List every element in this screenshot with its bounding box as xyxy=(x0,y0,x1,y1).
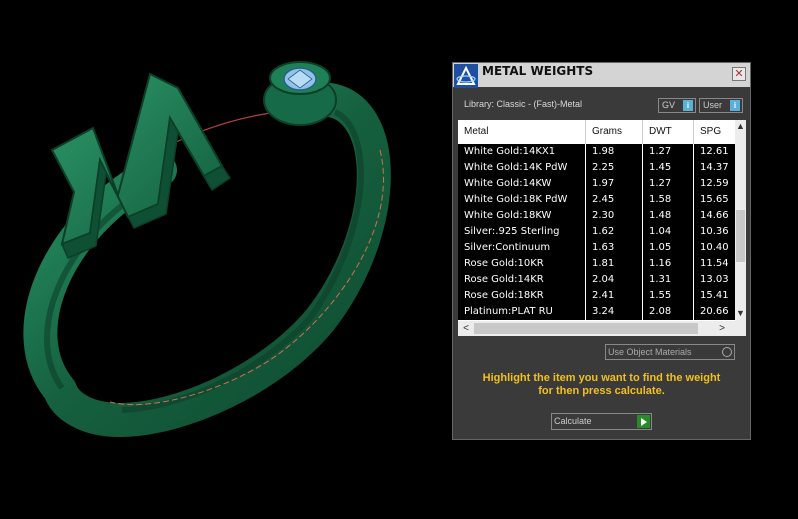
table-row[interactable]: Silver:Continuum 1.63 1.05 10.40 xyxy=(458,240,736,256)
metal-weights-panel: METAL WEIGHTS ✕ Library: Classic - (Fast… xyxy=(452,62,751,440)
table-row[interactable]: Rose Gold:18KR 2.41 1.55 15.41 xyxy=(458,288,736,304)
radio-icon xyxy=(722,347,732,357)
cell-dwt: 1.31 xyxy=(643,272,694,288)
cell-grams: 2.41 xyxy=(586,288,643,304)
cell-grams: 1.98 xyxy=(586,144,643,160)
close-icon: ✕ xyxy=(734,68,744,80)
cell-spg: 15.41 xyxy=(700,290,729,301)
cell-metal: Silver:Continuum xyxy=(458,240,586,256)
column-header-dwt[interactable]: DWT xyxy=(643,120,694,144)
cell-grams: 1.62 xyxy=(586,224,643,240)
horizontal-scroll-thumb[interactable] xyxy=(474,323,698,334)
cell-spg: 10.36 xyxy=(700,226,729,237)
cell-dwt: 1.55 xyxy=(643,288,694,304)
use-object-materials-label: Use Object Materials xyxy=(608,347,692,357)
table-row[interactable]: White Gold:14KX1 1.98 1.27 12.61 xyxy=(458,144,736,160)
app-logo-icon xyxy=(454,64,478,88)
cell-metal: Silver:.925 Sterling xyxy=(458,224,586,240)
cell-dwt: 1.04 xyxy=(643,224,694,240)
cell-metal: White Gold:18K PdW xyxy=(458,192,586,208)
play-icon xyxy=(637,415,650,428)
use-object-materials-toggle[interactable]: Use Object Materials xyxy=(605,344,735,360)
cell-grams: 2.30 xyxy=(586,208,643,224)
cell-metal: White Gold:14K PdW xyxy=(458,160,586,176)
title-bar[interactable]: METAL WEIGHTS ✕ xyxy=(453,63,750,88)
column-header-metal[interactable]: Metal xyxy=(458,120,586,144)
cell-metal: Rose Gold:18KR xyxy=(458,288,586,304)
cell-metal: White Gold:14KX1 xyxy=(458,144,586,160)
ring-model[interactable] xyxy=(0,0,450,514)
cell-grams: 3.24 xyxy=(586,304,643,320)
vertical-scroll-thumb[interactable] xyxy=(736,210,745,262)
cell-spg: 15.65 xyxy=(700,194,729,205)
scroll-left-icon[interactable]: < xyxy=(460,321,472,336)
user-toggle-label: User xyxy=(703,100,723,110)
cell-grams: 2.04 xyxy=(586,272,643,288)
table-row[interactable]: Silver:.925 Sterling 1.62 1.04 10.36 xyxy=(458,224,736,240)
table-row[interactable]: White Gold:14KW 1.97 1.27 12.59 xyxy=(458,176,736,192)
cell-dwt: 1.27 xyxy=(643,144,694,160)
instruction-text: Highlight the item you want to find the … xyxy=(463,372,740,398)
cell-grams: 1.63 xyxy=(586,240,643,256)
cell-spg: 20.66 xyxy=(700,306,729,317)
stone-setting xyxy=(263,61,337,126)
cell-spg: 13.03 xyxy=(700,274,729,285)
metals-table[interactable]: Metal Grams DWT SPG White Gold:14KX1 1.98… xyxy=(458,120,746,336)
table-row[interactable]: Platinum:PLAT RU 3.24 2.08 20.66 xyxy=(458,304,736,320)
vertical-scrollbar[interactable]: ▲ ▼ xyxy=(735,120,746,321)
instruction-line-2: for then press calculate. xyxy=(538,385,665,397)
calculate-label: Calculate xyxy=(554,416,592,426)
cell-grams: 2.45 xyxy=(586,192,643,208)
column-header-spg[interactable]: SPG xyxy=(694,120,736,144)
table-row[interactable]: White Gold:18K PdW 2.45 1.58 15.65 xyxy=(458,192,736,208)
cell-metal: White Gold:18KW xyxy=(458,208,586,224)
cell-spg: 14.66 xyxy=(700,210,729,221)
cell-dwt: 1.27 xyxy=(643,176,694,192)
table-row[interactable]: Rose Gold:14KR 2.04 1.31 13.03 xyxy=(458,272,736,288)
table-row[interactable]: White Gold:14K PdW 2.25 1.45 14.37 xyxy=(458,160,736,176)
panel-title: METAL WEIGHTS xyxy=(482,64,594,78)
cell-spg: 10.40 xyxy=(700,242,729,253)
table-row[interactable]: White Gold:18KW 2.30 1.48 14.66 xyxy=(458,208,736,224)
instruction-line-1: Highlight the item you want to find the … xyxy=(482,372,721,384)
cell-dwt: 1.45 xyxy=(643,160,694,176)
cell-dwt: 1.58 xyxy=(643,192,694,208)
user-toggle[interactable]: User i xyxy=(699,98,743,113)
table-row[interactable]: Rose Gold:10KR 1.81 1.16 11.54 xyxy=(458,256,736,272)
cell-dwt: 1.48 xyxy=(643,208,694,224)
cell-grams: 1.97 xyxy=(586,176,643,192)
cell-metal: Rose Gold:10KR xyxy=(458,256,586,272)
letter-m xyxy=(50,72,232,259)
cell-dwt: 1.05 xyxy=(643,240,694,256)
horizontal-scrollbar[interactable]: < > xyxy=(458,321,746,336)
scroll-down-icon[interactable]: ▼ xyxy=(735,307,746,319)
calculate-button[interactable]: Calculate xyxy=(551,413,652,430)
cell-spg: 12.61 xyxy=(700,146,729,157)
cell-spg: 12.59 xyxy=(700,178,729,189)
cell-grams: 2.25 xyxy=(586,160,643,176)
scroll-right-icon[interactable]: > xyxy=(716,321,728,336)
cell-dwt: 2.08 xyxy=(643,304,694,320)
info-icon: i xyxy=(730,100,740,111)
gv-toggle[interactable]: GV i xyxy=(658,98,696,113)
cell-spg: 11.54 xyxy=(700,258,729,269)
library-label: Library: Classic - (Fast)-Metal xyxy=(464,99,583,109)
3d-viewport[interactable] xyxy=(0,0,450,514)
gv-toggle-label: GV xyxy=(662,100,676,110)
column-header-grams[interactable]: Grams xyxy=(586,120,643,144)
cell-spg: 14.37 xyxy=(700,162,729,173)
cell-metal: Platinum:PLAT RU xyxy=(458,304,586,320)
cell-metal: White Gold:14KW xyxy=(458,176,586,192)
cell-dwt: 1.16 xyxy=(643,256,694,272)
scroll-up-icon[interactable]: ▲ xyxy=(735,120,746,132)
close-button[interactable]: ✕ xyxy=(732,67,746,81)
cell-grams: 1.81 xyxy=(586,256,643,272)
info-icon: i xyxy=(683,100,693,111)
cell-metal: Rose Gold:14KR xyxy=(458,272,586,288)
